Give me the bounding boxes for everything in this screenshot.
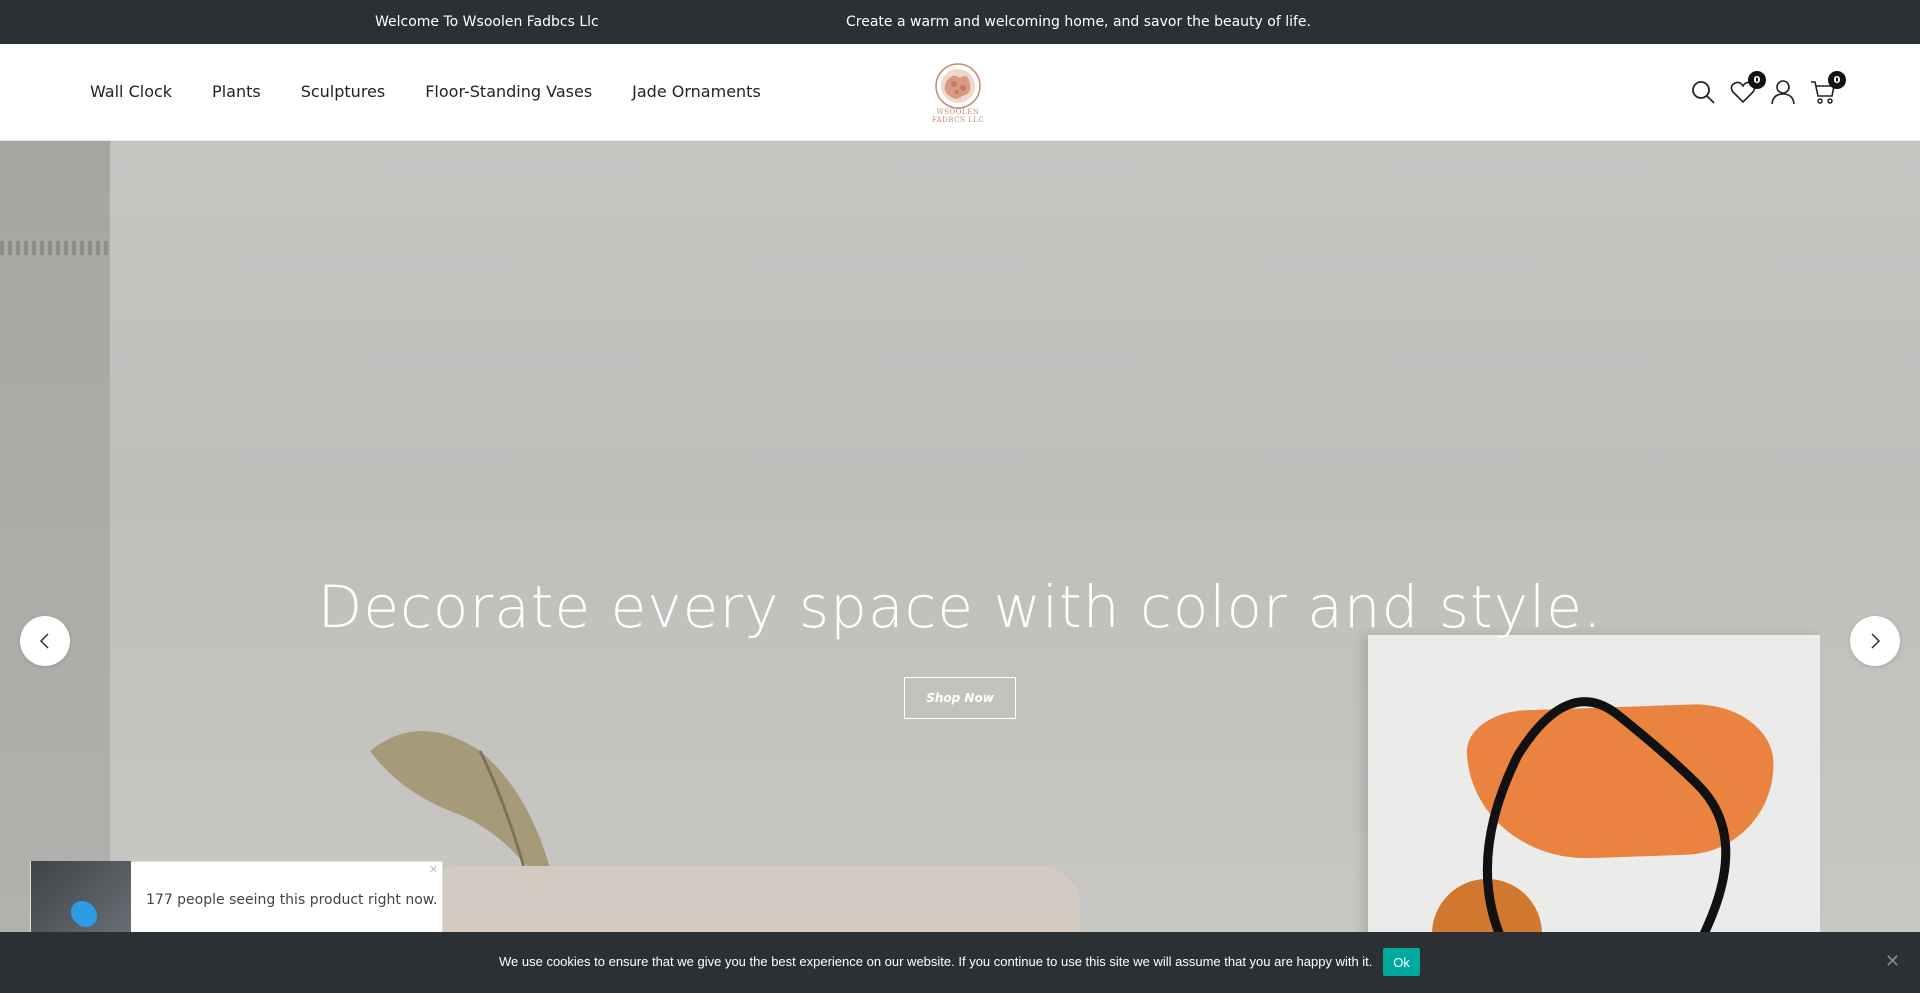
wishlist-button[interactable]: 0 — [1730, 71, 1766, 105]
cart-count-badge: 0 — [1828, 71, 1846, 89]
cookie-ok-button[interactable]: Ok — [1383, 948, 1420, 976]
hero-title: Decorate every space with color and styl… — [317, 573, 1603, 641]
nav-sculptures[interactable]: Sculptures — [301, 82, 386, 101]
cookie-message: We use cookies to ensure that we give yo… — [499, 954, 1373, 969]
social-proof-text: 177 people seeing this product right now… — [146, 892, 438, 908]
nav-plants[interactable]: Plants — [212, 82, 261, 101]
chevron-left-icon — [39, 633, 49, 649]
wishlist-count-badge: 0 — [1748, 71, 1766, 89]
nav-jade-ornaments[interactable]: Jade Ornaments — [632, 82, 761, 101]
logo-emblem-icon — [935, 63, 981, 109]
close-icon[interactable]: ✕ — [429, 863, 438, 876]
search-icon[interactable] — [1690, 79, 1716, 105]
chevron-right-icon — [1871, 633, 1881, 649]
main-nav: Wall Clock Plants Sculptures Floor-Stand… — [90, 82, 761, 101]
shop-now-button[interactable]: Shop Now — [904, 677, 1016, 719]
close-icon[interactable]: ✕ — [1885, 951, 1900, 972]
user-icon[interactable] — [1770, 79, 1796, 105]
social-proof-popup[interactable]: 177 people seeing this product right now… — [30, 861, 443, 939]
nav-wall-clock[interactable]: Wall Clock — [90, 82, 172, 101]
product-thumbnail — [31, 861, 131, 939]
promo-text: Create a warm and welcoming home, and sa… — [846, 14, 1311, 30]
site-logo[interactable]: WSOOLEN FADBCS LLC — [926, 60, 990, 124]
header-icons: 0 0 — [1690, 71, 1846, 108]
site-header: Wall Clock Plants Sculptures Floor-Stand… — [0, 44, 1920, 141]
logo-text: WSOOLEN FADBCS LLC — [931, 108, 985, 124]
top-announcement-bar: Welcome To Wsoolen Fadbcs Llc Create a w… — [0, 0, 1920, 44]
cart-button[interactable]: 0 — [1810, 71, 1846, 105]
nav-floor-standing-vases[interactable]: Floor-Standing Vases — [425, 82, 592, 101]
slider-prev-button[interactable] — [20, 616, 70, 666]
cookie-consent-bar: We use cookies to ensure that we give yo… — [0, 932, 1920, 993]
welcome-text: Welcome To Wsoolen Fadbcs Llc — [375, 14, 599, 30]
slider-next-button[interactable] — [1850, 616, 1900, 666]
